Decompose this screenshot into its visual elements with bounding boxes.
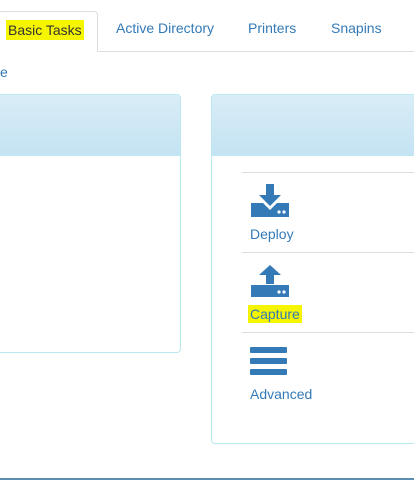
advanced-label: Advanced (250, 386, 313, 402)
tasks-panel-heading (212, 95, 414, 156)
tab-snapins[interactable]: Snapins (331, 20, 382, 36)
task-list: Deploy Capture Advanced (242, 172, 414, 412)
deploy-task[interactable]: Deploy (242, 172, 414, 252)
capture-task[interactable]: Capture (242, 252, 414, 332)
capture-label: Capture (248, 305, 302, 323)
page: Basic Tasks Active Directory Printers Sn… (0, 0, 414, 487)
upload-icon (251, 265, 289, 297)
tab-basic-tasks[interactable]: Basic Tasks (0, 11, 98, 52)
deploy-label: Deploy (250, 226, 294, 242)
subnav-link[interactable]: e (0, 64, 8, 80)
tab-label: Basic Tasks (6, 20, 84, 40)
tab-active-directory[interactable]: Active Directory (116, 20, 214, 36)
left-panel-heading (0, 95, 180, 156)
footer-divider (0, 478, 414, 480)
download-icon (251, 184, 289, 217)
advanced-task[interactable]: Advanced (242, 332, 414, 412)
tab-printers[interactable]: Printers (248, 20, 296, 36)
tab-bar-divider (98, 51, 414, 52)
tab-bar: Basic Tasks Active Directory Printers Sn… (0, 0, 414, 52)
menu-bars-icon (250, 347, 287, 375)
left-panel (0, 94, 181, 353)
tasks-panel: Deploy Capture Advanced (211, 94, 414, 444)
